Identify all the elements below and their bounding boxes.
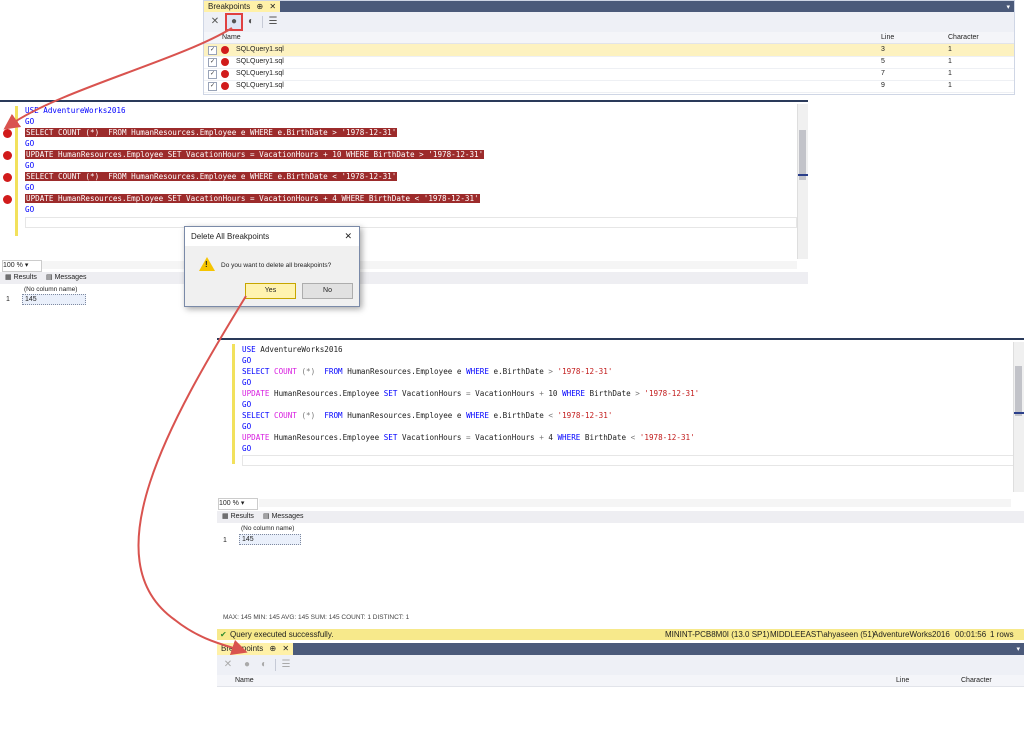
annotation-arrows (3, 27, 248, 656)
arrow-to-empty-panel (137, 295, 248, 656)
arrow-to-editor (3, 27, 233, 130)
